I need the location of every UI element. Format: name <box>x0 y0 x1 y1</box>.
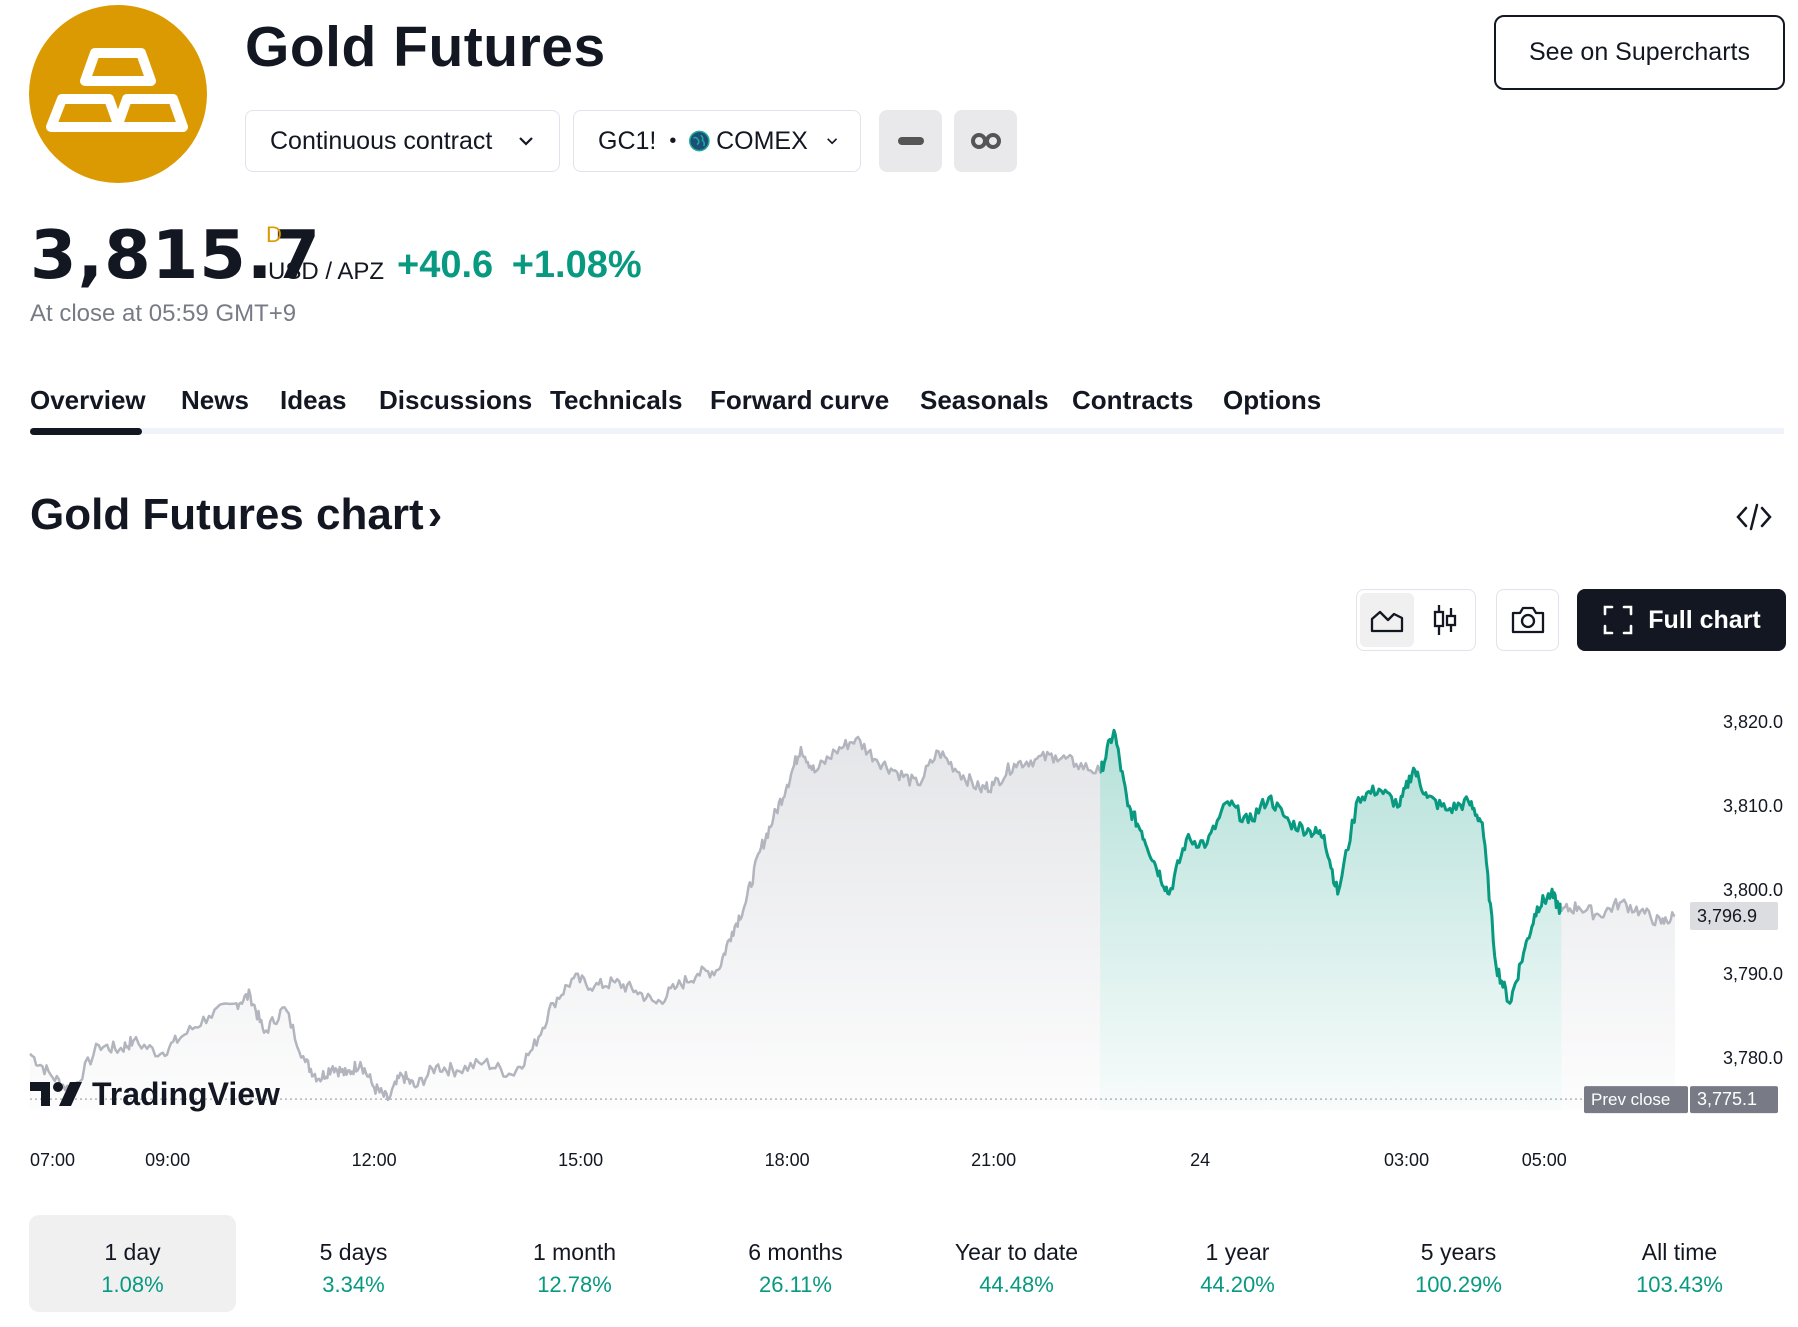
period-change: 26.11% <box>759 1272 832 1297</box>
area-chart-button[interactable] <box>1360 593 1414 647</box>
period-label: Year to date <box>954 1239 1079 1265</box>
see-on-supercharts-button[interactable]: See on Supercharts <box>1494 15 1785 90</box>
prev-close-value: 3,775.1 <box>1697 1089 1757 1109</box>
market-close-time: At close at 05:59 GMT+9 <box>30 300 297 327</box>
x-tick-label: 09:00 <box>145 1150 190 1170</box>
period-change: 12.78% <box>537 1272 612 1297</box>
period-1-day[interactable]: 1 day 1.08% <box>29 1215 236 1312</box>
gold-bars-logo-icon <box>29 5 207 183</box>
prev-close-label: Prev close <box>1591 1090 1670 1109</box>
camera-icon <box>1511 606 1544 634</box>
x-tick-label: 05:00 <box>1522 1150 1567 1170</box>
contract-select-label: Continuous contract <box>270 126 493 155</box>
area-chart-icon <box>1370 610 1404 633</box>
tab-news[interactable]: News <box>181 385 249 416</box>
x-tick-label: 12:00 <box>352 1150 397 1170</box>
tab-options[interactable]: Options <box>1223 385 1321 416</box>
price-change-abs: +40.6 <box>397 244 494 286</box>
exchange-label: COMEX <box>716 126 808 155</box>
tabs-divider <box>30 428 1784 434</box>
x-tick-label: 03:00 <box>1384 1150 1429 1170</box>
tab-discussions[interactable]: Discussions <box>379 385 532 416</box>
chart-section-title-text: Gold Futures chart <box>30 490 424 539</box>
period-label: 5 years <box>1420 1239 1497 1265</box>
x-tick-label: 24 <box>1190 1150 1210 1170</box>
dash-icon <box>897 137 924 145</box>
candles-icon <box>1433 605 1457 635</box>
tab-technicals[interactable]: Technicals <box>550 385 682 416</box>
chevron-down-icon <box>519 137 533 146</box>
continuous-contract-icon-button[interactable] <box>879 110 942 172</box>
y-axis: 3,820.0 3,810.0 3,800.0 3,790.0 3,780.0 <box>1723 712 1783 1068</box>
globe-icon <box>689 130 711 152</box>
period-change: 100.29% <box>1415 1272 1502 1297</box>
period-all-time[interactable]: All time 103.43% <box>1576 1215 1783 1312</box>
price-change: +40.6 +1.08% <box>397 244 642 287</box>
fullscreen-icon <box>1603 605 1633 635</box>
period-change: 3.34% <box>322 1272 385 1297</box>
price-chart[interactable]: 3,820.0 3,810.0 3,800.0 3,790.0 3,780.0 07:0… <box>0 660 1798 1180</box>
period-label: All time <box>1641 1239 1718 1265</box>
period-label: 1 day <box>104 1239 161 1265</box>
chevron-down-icon <box>826 138 837 145</box>
period-change: 44.48% <box>979 1272 1054 1297</box>
price-change-pct: +1.08% <box>511 244 642 286</box>
infinity-icon <box>970 133 1001 149</box>
period-label: 1 month <box>532 1239 617 1265</box>
candles-chart-button[interactable] <box>1418 593 1472 647</box>
period-label: 6 months <box>748 1239 843 1265</box>
tradingview-wordmark: TradingView <box>92 1076 280 1112</box>
page-title: Gold Futures <box>245 15 606 79</box>
period-6-months[interactable]: 6 months 26.11% <box>692 1215 899 1312</box>
snapshot-button[interactable] <box>1496 589 1559 651</box>
code-icon <box>1736 503 1772 531</box>
y-tick-label: 3,810.0 <box>1723 796 1783 816</box>
y-tick-label: 3,790.0 <box>1723 964 1783 984</box>
period-change: 103.43% <box>1636 1272 1723 1297</box>
chevron-right-icon: › <box>427 490 443 539</box>
x-tick-label: 07:00 <box>30 1150 75 1170</box>
link-contract-icon-button[interactable] <box>954 110 1017 172</box>
tab-overview[interactable]: Overview <box>30 385 146 416</box>
price-currency: USD / APZ <box>268 258 385 285</box>
symbol-select[interactable]: GC1! • COMEX <box>573 110 861 172</box>
y-tick-label: 3,800.0 <box>1723 880 1783 900</box>
period-label: 1 year <box>1205 1239 1270 1265</box>
full-chart-button[interactable]: Full chart <box>1577 589 1786 651</box>
tab-contracts[interactable]: Contracts <box>1072 385 1193 416</box>
tab-seasonals[interactable]: Seasonals <box>920 385 1049 416</box>
period-change: 1.08% <box>101 1272 164 1297</box>
x-tick-label: 18:00 <box>765 1150 810 1170</box>
contract-select[interactable]: Continuous contract <box>245 110 560 172</box>
period-year-to-date[interactable]: Year to date 44.48% <box>913 1215 1120 1312</box>
period-label: 5 days <box>319 1239 388 1265</box>
y-tick-label: 3,820.0 <box>1723 712 1783 732</box>
tab-forward-curve[interactable]: Forward curve <box>710 385 889 416</box>
full-chart-label: Full chart <box>1648 605 1761 634</box>
chart-section-title[interactable]: Gold Futures chart› <box>30 490 442 540</box>
period-5-days[interactable]: 5 days 3.34% <box>250 1215 457 1312</box>
symbol-label: GC1! <box>598 126 657 155</box>
last-value-label: 3,796.9 <box>1697 906 1757 926</box>
embed-code-button[interactable] <box>1734 497 1774 537</box>
period-1-year[interactable]: 1 year 44.20% <box>1134 1215 1341 1312</box>
tab-ideas[interactable]: Ideas <box>280 385 347 416</box>
period-5-years[interactable]: 5 years 100.29% <box>1355 1215 1562 1312</box>
y-tick-label: 3,780.0 <box>1723 1048 1783 1068</box>
period-1-month[interactable]: 1 month 12.78% <box>471 1215 678 1312</box>
period-change: 44.20% <box>1200 1272 1275 1297</box>
delayed-flag: D <box>266 222 282 247</box>
x-tick-label: 15:00 <box>558 1150 603 1170</box>
x-tick-label: 21:00 <box>971 1150 1016 1170</box>
separator-dot: • <box>669 129 677 152</box>
active-tab-indicator <box>30 428 142 435</box>
